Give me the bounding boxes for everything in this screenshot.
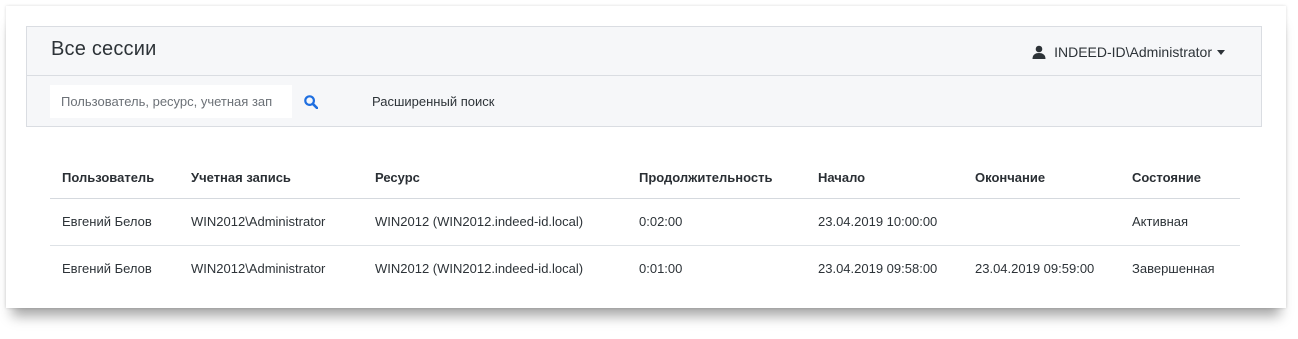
cell-resource: WIN2012 (WIN2012.indeed-id.local) — [375, 214, 584, 229]
search-input[interactable] — [50, 85, 292, 118]
sessions-header-card: Все сессии INDEED-ID\Administrator Расши… — [26, 26, 1262, 127]
cell-duration: 0:01:00 — [639, 261, 683, 276]
column-header-duration[interactable]: Продолжительность — [639, 159, 772, 197]
column-header-start[interactable]: Начало — [818, 159, 865, 197]
sessions-table: Пользователь Учетная запись Ресурс Продо… — [50, 159, 1240, 292]
user-menu-button[interactable]: INDEED-ID\Administrator — [1032, 44, 1225, 60]
advanced-search-link[interactable]: Расширенный поиск — [372, 94, 494, 109]
table-row[interactable]: Евгений Белов WIN2012\Administrator WIN2… — [50, 246, 1240, 292]
cell-account: WIN2012\Administrator — [191, 214, 326, 229]
cell-status: Активная — [1132, 214, 1189, 229]
cell-resource: WIN2012 (WIN2012.indeed-id.local) — [375, 261, 584, 276]
search-icon[interactable] — [304, 95, 318, 109]
page-frame: Все сессии INDEED-ID\Administrator Расши… — [6, 6, 1286, 308]
cell-account: WIN2012\Administrator — [191, 261, 326, 276]
card-header: Все сессии INDEED-ID\Administrator — [27, 27, 1261, 76]
cell-end: 23.04.2019 09:59:00 — [975, 261, 1095, 276]
cell-status: Завершенная — [1132, 261, 1215, 276]
page-title: Все сессии — [51, 38, 157, 60]
search-toolbar: Расширенный поиск — [27, 76, 1261, 127]
column-header-status[interactable]: Состояние — [1132, 159, 1201, 197]
column-header-resource[interactable]: Ресурс — [375, 159, 420, 197]
user-name: INDEED-ID\Administrator — [1054, 44, 1212, 60]
cell-duration: 0:02:00 — [639, 214, 683, 229]
user-icon — [1032, 45, 1046, 59]
column-header-user[interactable]: Пользователь — [62, 159, 154, 197]
table-header-row: Пользователь Учетная запись Ресурс Продо… — [50, 159, 1240, 199]
chevron-down-icon — [1217, 50, 1225, 55]
column-header-end[interactable]: Окончание — [975, 159, 1045, 197]
table-row[interactable]: Евгений Белов WIN2012\Administrator WIN2… — [50, 199, 1240, 246]
cell-start: 23.04.2019 09:58:00 — [818, 261, 938, 276]
column-header-account[interactable]: Учетная запись — [191, 159, 291, 197]
cell-start: 23.04.2019 10:00:00 — [818, 214, 938, 229]
cell-user: Евгений Белов — [62, 261, 152, 276]
cell-user: Евгений Белов — [62, 214, 152, 229]
